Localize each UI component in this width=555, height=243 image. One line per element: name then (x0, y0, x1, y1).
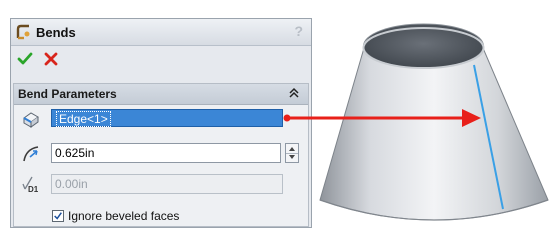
checkbox-check-icon (54, 212, 62, 220)
ignore-beveled-row: Ignore beveled faces (14, 208, 308, 224)
d1-row: D1 0.00in (14, 172, 308, 196)
spinner-down-icon[interactable] (289, 155, 295, 159)
selection-row: Edge<1> (14, 109, 308, 129)
edge-selection-icon (23, 112, 39, 128)
bend-parameters-group: Bend Parameters Edge<1> 0.625in D1 0.00i… (13, 83, 309, 227)
d1-input-disabled: 0.00in (51, 174, 283, 194)
spinner-up-icon[interactable] (289, 147, 295, 151)
selection-list-box[interactable]: Edge<1> (51, 109, 283, 127)
bend-parameters-header[interactable]: Bend Parameters (14, 84, 308, 105)
ignore-beveled-checkbox[interactable] (52, 210, 64, 222)
cancel-x-icon[interactable] (43, 51, 59, 67)
bend-radius-icon (23, 146, 39, 162)
cone-model[interactable] (318, 14, 553, 229)
radius-row: 0.625in (14, 141, 308, 165)
ignore-beveled-label: Ignore beveled faces (68, 209, 180, 223)
ok-checkmark-icon[interactable] (17, 51, 33, 67)
panel-title: Bends (36, 24, 76, 40)
help-button[interactable]: ? (294, 23, 303, 39)
d1-label: D1 (28, 185, 39, 194)
collapse-chevron-icon[interactable] (288, 87, 300, 99)
graphics-viewport[interactable] (318, 14, 553, 229)
bend-parameters-title: Bend Parameters (18, 87, 117, 101)
bends-property-manager: Bends ? Bend Parameters Edge<1> 0.625in … (10, 18, 312, 228)
bend-radius-spinner[interactable] (285, 143, 299, 163)
ok-cancel-bar (11, 46, 311, 72)
bend-radius-input[interactable]: 0.625in (51, 143, 281, 163)
selected-edge-item[interactable]: Edge<1> (56, 111, 111, 127)
bends-feature-icon (16, 24, 30, 40)
panel-titlebar: Bends ? (11, 19, 311, 46)
